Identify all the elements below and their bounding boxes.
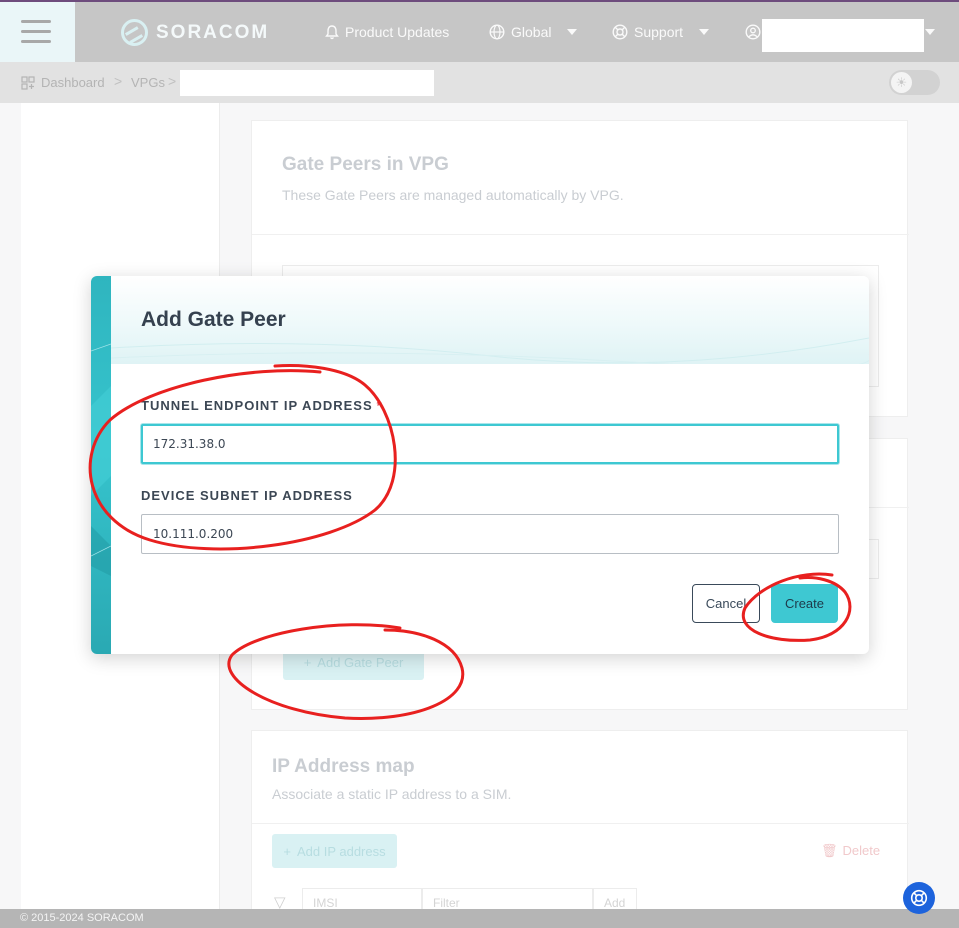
ip-map-title: IP Address map (272, 756, 415, 777)
filter-type-value: IMSI (313, 896, 338, 910)
copyright-text: © 2015-2024 SORACOM (20, 912, 144, 924)
create-button[interactable]: Create (771, 584, 838, 623)
soracom-logo-icon (121, 19, 148, 46)
top-header: SORACOM Product Updates Global Support (0, 0, 959, 64)
brand-name: SORACOM (156, 21, 270, 43)
add-ip-address-label: Add IP address (296, 843, 386, 859)
region-label: Global (511, 24, 552, 40)
account-chevron-down-icon[interactable] (925, 29, 935, 35)
filter-placeholder: Filter (433, 896, 460, 910)
support-label: Support (634, 24, 684, 40)
account-menu[interactable] (745, 24, 761, 40)
account-name-redacted[interactable] (762, 19, 924, 52)
theme-toggle[interactable]: ☀ (889, 70, 940, 95)
sun-icon: ☀ (891, 72, 912, 93)
device-subnet-ip-input[interactable] (141, 514, 839, 554)
menu-icon (21, 20, 51, 23)
user-circle-icon (745, 24, 761, 40)
divider (252, 234, 909, 235)
product-updates-link[interactable]: Product Updates (325, 24, 449, 40)
delete-button[interactable]: 🗑 Delete (821, 843, 880, 859)
bell-icon (325, 24, 339, 39)
tunnel-endpoint-ip-input[interactable] (141, 424, 839, 464)
chevron-down-icon (567, 29, 578, 35)
delete-label: Delete (842, 843, 881, 858)
add-gate-peer-label: Add Gate Peer (317, 654, 404, 670)
breadcrumb-vpgs-label: VPGs (131, 75, 165, 90)
globe-icon (489, 24, 505, 40)
dashboard-icon (21, 75, 35, 90)
divider (252, 823, 909, 824)
plus-icon: + (303, 654, 312, 670)
breadcrumb-dashboard-label: Dashboard (41, 75, 105, 90)
chevron-down-icon (699, 29, 710, 35)
gate-peers-title: Gate Peers in VPG (282, 154, 449, 175)
breadcrumb-current-redacted (180, 70, 434, 96)
cancel-button[interactable]: Cancel (692, 584, 760, 623)
tunnel-endpoint-label: TUNNEL ENDPOINT IP ADDRESS * (141, 398, 383, 413)
breadcrumb-separator: > (168, 73, 177, 89)
gate-peers-subtitle: These Gate Peers are managed automatical… (282, 187, 624, 203)
add-gate-peer-dialog: Add Gate Peer TUNNEL ENDPOINT IP ADDRESS… (91, 276, 869, 654)
breadcrumb-dashboard[interactable]: Dashboard (21, 75, 105, 90)
tunnel-endpoint-label-text: TUNNEL ENDPOINT IP ADDRESS (141, 398, 373, 413)
breadcrumb: Dashboard > VPGs > (0, 62, 959, 103)
plus-icon: + (283, 843, 291, 859)
support-menu[interactable]: Support (612, 24, 710, 40)
breadcrumb-vpgs[interactable]: VPGs (131, 75, 165, 90)
footer: © 2015-2024 SORACOM (0, 909, 959, 928)
device-subnet-label: DEVICE SUBNET IP ADDRESS (141, 488, 353, 503)
ip-map-subtitle: Associate a static IP address to a SIM. (272, 786, 512, 802)
region-selector[interactable]: Global (489, 24, 578, 40)
required-mark: * (376, 398, 383, 413)
menu-icon-bar (21, 40, 51, 43)
menu-button[interactable] (0, 2, 75, 64)
filter-add-label: Add (604, 896, 626, 910)
ip-address-map-card: IP Address map Associate a static IP add… (251, 730, 909, 920)
dialog-accent-band (91, 276, 112, 654)
menu-icon-bar (21, 30, 51, 33)
brand-logo[interactable]: SORACOM (121, 19, 269, 46)
breadcrumb-separator: > (114, 73, 123, 89)
add-ip-address-button[interactable]: + Add IP address (272, 834, 397, 868)
dialog-title: Add Gate Peer (141, 308, 286, 331)
lifebuoy-icon (612, 24, 628, 40)
lifebuoy-icon (910, 889, 928, 907)
help-button[interactable] (903, 882, 935, 914)
trash-icon: 🗑 (821, 843, 838, 858)
band-decoration (91, 343, 112, 576)
product-updates-label: Product Updates (345, 24, 450, 40)
